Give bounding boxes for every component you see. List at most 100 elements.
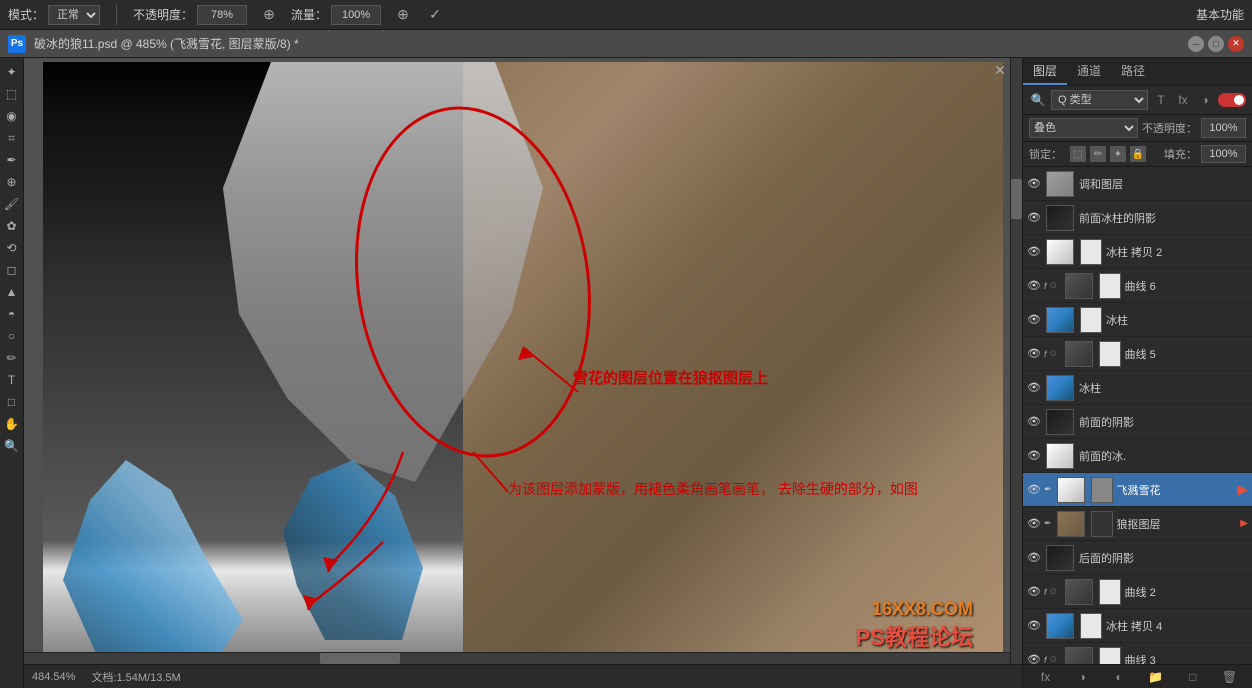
lasso-tool[interactable]: ◉	[2, 106, 22, 126]
mode-select[interactable]: 正常	[48, 5, 100, 25]
tab-layers[interactable]: 图层	[1023, 58, 1067, 85]
new-group-button[interactable]: 📁	[1146, 668, 1166, 686]
layer-item-snow-active[interactable]: 👁 ✒ 飞溅雪花 ▶	[1023, 473, 1252, 507]
layer-item-shadow-front[interactable]: 👁 前面冰柱的阴影	[1023, 201, 1252, 235]
fill-tool[interactable]: ▲	[2, 282, 22, 302]
eye-icon[interactable]: 👁	[1027, 279, 1041, 293]
watermark: 16XX8.COM PS教程论坛	[856, 599, 973, 652]
opacity-label: 不透明度：	[133, 6, 193, 23]
eye-icon[interactable]: 👁	[1027, 449, 1041, 463]
blur-tool[interactable]: ◓	[2, 304, 22, 324]
eye-icon[interactable]: 👁	[1027, 483, 1041, 497]
opacity-input[interactable]	[197, 5, 247, 25]
lock-transparent[interactable]: ⬚	[1070, 146, 1086, 162]
eye-icon[interactable]: 👁	[1027, 381, 1041, 395]
canvas-close-button[interactable]: ✕	[992, 62, 1008, 78]
select-tool[interactable]: ⬚	[2, 84, 22, 104]
flow-input[interactable]	[331, 5, 381, 25]
layer-item-ice-front[interactable]: 👁 前面的冰.	[1023, 439, 1252, 473]
blend-mode-select[interactable]: 叠色	[1029, 118, 1138, 138]
lock-label: 锁定：	[1029, 146, 1062, 162]
tool-icon3[interactable]: ✓	[425, 5, 445, 25]
eye-icon[interactable]: 👁	[1027, 517, 1041, 531]
watermark-line2: PS教程论坛	[856, 620, 973, 652]
shape-tool[interactable]: □	[2, 392, 22, 412]
history-tool[interactable]: ⟲	[2, 238, 22, 258]
tab-channels[interactable]: 通道	[1067, 58, 1111, 85]
filter-toggle[interactable]	[1218, 93, 1246, 107]
text-tool[interactable]: T	[2, 370, 22, 390]
layer-thumbnail	[1046, 205, 1074, 231]
eye-icon[interactable]: 👁	[1027, 245, 1041, 259]
opacity-group: 不透明度：	[133, 5, 247, 25]
layer-item-ice1[interactable]: 👁 冰柱	[1023, 303, 1252, 337]
layer-item-curve5[interactable]: 👁 f ⊙ 曲线 5	[1023, 337, 1252, 371]
new-layer-button[interactable]: □	[1183, 668, 1203, 686]
vertical-scrollbar[interactable]	[1010, 58, 1022, 664]
tool-icon2[interactable]: ⊕	[393, 5, 413, 25]
hand-tool[interactable]: ✋	[2, 414, 22, 434]
eye-icon[interactable]: 👁	[1027, 619, 1041, 633]
fill-input[interactable]	[1201, 145, 1246, 163]
dodge-tool[interactable]: ○	[2, 326, 22, 346]
eye-icon[interactable]: 👁	[1027, 313, 1041, 327]
layer-name: 前面的阴影	[1079, 414, 1248, 430]
filter-type-select[interactable]: Q 类型	[1051, 90, 1148, 110]
minimize-button[interactable]: ─	[1188, 36, 1204, 52]
new-fill-button[interactable]: ◐	[1109, 668, 1129, 686]
eraser-tool[interactable]: ◻	[2, 260, 22, 280]
panel-tabs: 图层 通道 路径	[1023, 58, 1252, 86]
layer-item-wolf[interactable]: 👁 ✒ 狼抠图层 ▶	[1023, 507, 1252, 541]
tab-paths[interactable]: 路径	[1111, 58, 1155, 85]
opacity-input[interactable]	[1201, 118, 1246, 138]
delete-layer-button[interactable]: 🗑	[1220, 668, 1240, 686]
layer-item-ice2[interactable]: 👁 冰柱	[1023, 371, 1252, 405]
main-layout: ✦ ⬚ ◉ ⌗ ✒ ⊕ 🖌 ✿ ⟲ ◻ ▲ ◓ ○ ✏ T □ ✋ 🔍	[0, 58, 1252, 688]
mode-group: 模式： 正常	[8, 5, 100, 25]
layer-item-ice-copy4[interactable]: 👁 冰柱 拷贝 4	[1023, 609, 1252, 643]
add-mask-button[interactable]: ◑	[1072, 668, 1092, 686]
fx-icon: f	[1044, 281, 1047, 291]
pen-tool[interactable]: ✏	[2, 348, 22, 368]
eye-icon[interactable]: 👁	[1027, 415, 1041, 429]
lock-position[interactable]: ✦	[1110, 146, 1126, 162]
layer-name: 曲线 2	[1125, 584, 1248, 600]
lock-all[interactable]: 🔒	[1130, 146, 1146, 162]
layer-item-curve3[interactable]: 👁 f ⊙ 曲线 3	[1023, 643, 1252, 664]
eye-icon[interactable]: 👁	[1027, 177, 1041, 191]
eyedropper-tool[interactable]: ✒	[2, 150, 22, 170]
heal-tool[interactable]: ⊕	[2, 172, 22, 192]
layer-thumbnail	[1046, 375, 1074, 401]
lock-icons: ⬚ ✏ ✦ 🔒	[1070, 146, 1146, 162]
layer-item-curve6[interactable]: 👁 f ⊙ 曲线 6	[1023, 269, 1252, 303]
eye-icon[interactable]: 👁	[1027, 585, 1041, 599]
layer-item-adjust[interactable]: 👁 调和图层	[1023, 167, 1252, 201]
eye-icon[interactable]: 👁	[1027, 347, 1041, 361]
horizontal-scrollbar[interactable]	[24, 652, 1010, 664]
lock-image[interactable]: ✏	[1090, 146, 1106, 162]
layer-item-ice-copy2[interactable]: 👁 冰柱 拷贝 2	[1023, 235, 1252, 269]
tool-icon1[interactable]: ⊕	[259, 5, 279, 25]
move-tool[interactable]: ✦	[2, 62, 22, 82]
fx-button[interactable]: fx	[1035, 668, 1055, 686]
canvas-area: 雪花的图层位置在狼抠图层上 为该图层添加蒙版，用褪色柔角画笔画笔， 去除生硬的部…	[24, 58, 1022, 688]
close-button[interactable]: ✕	[1228, 36, 1244, 52]
vertical-scrollbar-thumb[interactable]	[1011, 179, 1022, 219]
right-panel: 图层 通道 路径 🔍 Q 类型 T fx ◑ 叠色 不透明度： 锁定：	[1022, 58, 1252, 688]
crop-tool[interactable]: ⌗	[2, 128, 22, 148]
eye-icon[interactable]: 👁	[1027, 653, 1041, 665]
eye-icon[interactable]: 👁	[1027, 211, 1041, 225]
zoom-level: 484.54%	[32, 671, 75, 683]
layer-name: 后面的阴影	[1079, 550, 1248, 566]
brush-tool[interactable]: 🖌	[2, 194, 22, 214]
layer-item-shadow2[interactable]: 👁 前面的阴影	[1023, 405, 1252, 439]
clone-tool[interactable]: ✿	[2, 216, 22, 236]
layer-mask-thumbnail	[1080, 613, 1102, 639]
horizontal-scrollbar-thumb[interactable]	[320, 653, 400, 664]
zoom-tool[interactable]: 🔍	[2, 436, 22, 456]
layer-name: 前面冰柱的阴影	[1079, 210, 1248, 226]
eye-icon[interactable]: 👁	[1027, 551, 1041, 565]
layer-item-shadow-back[interactable]: 👁 后面的阴影	[1023, 541, 1252, 575]
maximize-button[interactable]: □	[1208, 36, 1224, 52]
layer-item-curve2[interactable]: 👁 f ⊙ 曲线 2	[1023, 575, 1252, 609]
